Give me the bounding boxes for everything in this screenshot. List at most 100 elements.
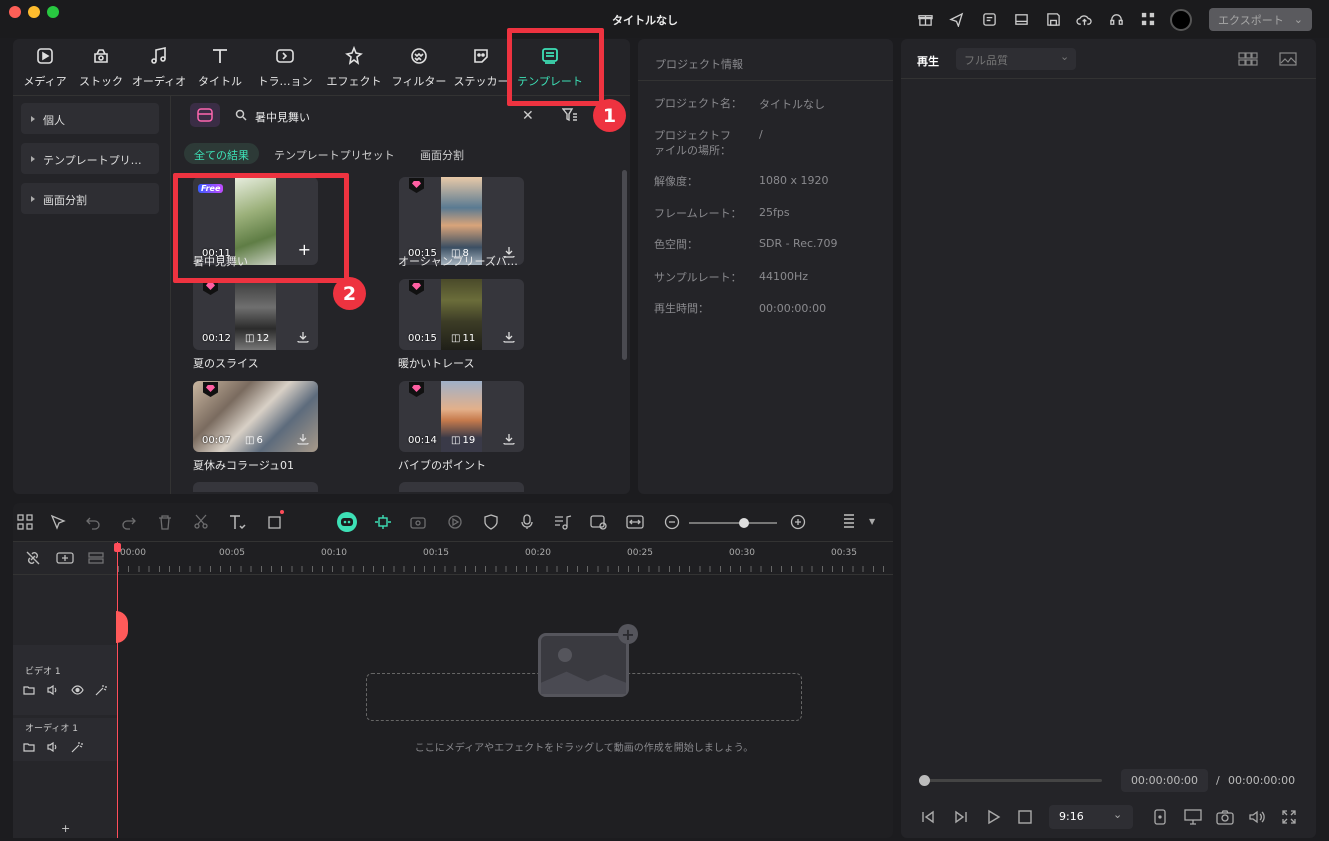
gift-icon[interactable] — [916, 10, 934, 28]
clip-count-icon: ◫ — [451, 435, 461, 446]
template-card[interactable]: 00:14 ◫ 19 — [399, 381, 524, 452]
select-tool-icon[interactable] — [49, 513, 67, 531]
tab-media[interactable]: メディア — [15, 44, 75, 92]
play-icon[interactable] — [985, 809, 1001, 828]
cloud-upload-icon[interactable] — [1075, 10, 1093, 28]
speaker-icon[interactable] — [47, 741, 59, 753]
folder-icon[interactable] — [23, 741, 35, 753]
tab-playback[interactable]: 再生 — [917, 53, 939, 69]
tab-transition[interactable]: トラ…ョン — [255, 44, 315, 92]
snapshot-icon[interactable] — [1216, 809, 1234, 828]
folder-icon[interactable] — [23, 684, 35, 696]
media-settings-icon[interactable] — [590, 513, 608, 531]
zoom-in-icon[interactable] — [789, 513, 807, 531]
volume-icon[interactable] — [1248, 809, 1266, 828]
zoom-out-icon[interactable] — [663, 513, 681, 531]
tab-effect[interactable]: エフェクト — [324, 44, 384, 92]
eye-icon[interactable] — [71, 684, 84, 696]
playback-scrubber[interactable] — [924, 779, 1102, 782]
download-icon[interactable] — [502, 432, 516, 446]
folder-personal[interactable]: 個人 — [21, 103, 159, 134]
library-scrollbar[interactable] — [622, 170, 627, 360]
ruler-label: 00:10 — [321, 548, 347, 558]
compare-view-icon[interactable] — [1238, 52, 1258, 69]
premium-gem-icon — [409, 178, 424, 193]
link-icon[interactable] — [25, 550, 41, 569]
chip-all-results[interactable]: 全ての結果 — [184, 143, 259, 164]
download-icon[interactable] — [502, 330, 516, 344]
template-card[interactable]: 00:12 ◫ 12 — [193, 279, 318, 350]
playhead-line[interactable] — [117, 542, 118, 838]
auto-sync-icon[interactable] — [374, 513, 392, 531]
scrubber-handle[interactable] — [919, 775, 930, 786]
current-time-field[interactable]: 00:00:00:00 — [1121, 769, 1208, 792]
tab-sticker[interactable]: ステッカー — [451, 44, 511, 92]
tab-filter[interactable]: フィルター — [389, 44, 449, 92]
tab-title[interactable]: タイトル — [190, 44, 250, 92]
microphone-icon[interactable] — [518, 513, 536, 531]
monitor-icon[interactable] — [1184, 809, 1202, 828]
avatar[interactable] — [1170, 9, 1192, 31]
template-card[interactable]: 00:15 ◫ 8 — [399, 177, 524, 265]
tab-stock[interactable]: ストック — [71, 44, 131, 92]
ruler-label: 00:25 — [627, 548, 653, 558]
stop-icon[interactable] — [1017, 809, 1033, 828]
screen-record-icon[interactable] — [410, 513, 428, 531]
chevron-down-icon[interactable]: ▼ — [869, 517, 875, 526]
chip-template-presets[interactable]: テンプレートプリセット — [264, 143, 405, 164]
previous-frame-icon[interactable] — [920, 809, 936, 828]
template-title: 夏休みコラージュ01 — [193, 459, 295, 472]
image-view-icon[interactable] — [1279, 52, 1297, 69]
playhead-handle[interactable] — [114, 543, 121, 552]
export-button[interactable]: エクスポート ⌄ — [1209, 8, 1312, 31]
quality-select[interactable]: フル品質 ⌄ — [956, 48, 1076, 70]
template-card[interactable]: 00:15 ◫ 11 — [399, 279, 524, 350]
report-icon[interactable] — [980, 10, 998, 28]
save-icon[interactable] — [1044, 10, 1062, 28]
grid-apps-icon[interactable] — [1139, 10, 1157, 28]
undo-icon[interactable] — [84, 513, 102, 531]
add-track-button[interactable]: + — [61, 822, 70, 835]
cut-icon[interactable] — [192, 513, 210, 531]
next-frame-icon[interactable] — [953, 809, 969, 828]
crop-tool-icon[interactable] — [266, 510, 284, 531]
headset-icon[interactable] — [1107, 10, 1125, 28]
speaker-icon[interactable] — [47, 684, 59, 696]
ruler-label: 00:15 — [423, 548, 449, 558]
music-list-icon[interactable] — [554, 513, 572, 531]
aspect-ratio-select[interactable]: 9:16 ⌄ — [1049, 805, 1133, 829]
playback-speed-icon[interactable] — [446, 513, 464, 531]
tab-audio[interactable]: オーディオ — [129, 44, 189, 92]
window-title: タイトルなし — [612, 14, 678, 27]
search-input[interactable]: 暑中見舞い — [255, 109, 310, 125]
layout-grid-icon[interactable] — [16, 513, 34, 531]
layout-icon[interactable] — [1012, 10, 1030, 28]
track-density-icon[interactable] — [840, 513, 858, 531]
magic-wand-icon[interactable] — [71, 741, 83, 753]
ai-copilot-icon[interactable] — [337, 512, 357, 532]
filter-sort-icon[interactable] — [561, 108, 578, 125]
track-manager-icon[interactable] — [88, 551, 104, 568]
folder-template-presets[interactable]: テンプレートプリ… — [21, 143, 159, 174]
fit-timeline-icon[interactable] — [626, 513, 644, 531]
magic-wand-icon[interactable] — [95, 684, 107, 696]
add-track-icon[interactable] — [56, 551, 74, 568]
delete-icon[interactable] — [156, 513, 174, 531]
download-icon[interactable] — [296, 330, 310, 344]
zoom-slider-handle[interactable] — [739, 518, 749, 528]
send-icon[interactable] — [947, 10, 965, 28]
clip-count-icon: ◫ — [451, 333, 461, 344]
mask-shield-icon[interactable] — [482, 513, 500, 531]
template-card[interactable]: 00:07 ◫ 6 — [193, 381, 318, 452]
folder-split-screen[interactable]: 画面分割 — [21, 183, 159, 214]
text-tool-icon[interactable] — [228, 513, 246, 531]
fullscreen-icon[interactable] — [1281, 809, 1297, 828]
ai-template-button[interactable] — [190, 103, 220, 127]
template-card-partial — [399, 482, 524, 492]
chip-split-screen[interactable]: 画面分割 — [410, 143, 474, 164]
download-icon[interactable] — [296, 432, 310, 446]
zoom-slider[interactable] — [689, 522, 777, 524]
redo-icon[interactable] — [120, 513, 138, 531]
device-view-icon[interactable] — [1153, 809, 1167, 828]
clear-search-icon[interactable]: ✕ — [522, 108, 534, 124]
